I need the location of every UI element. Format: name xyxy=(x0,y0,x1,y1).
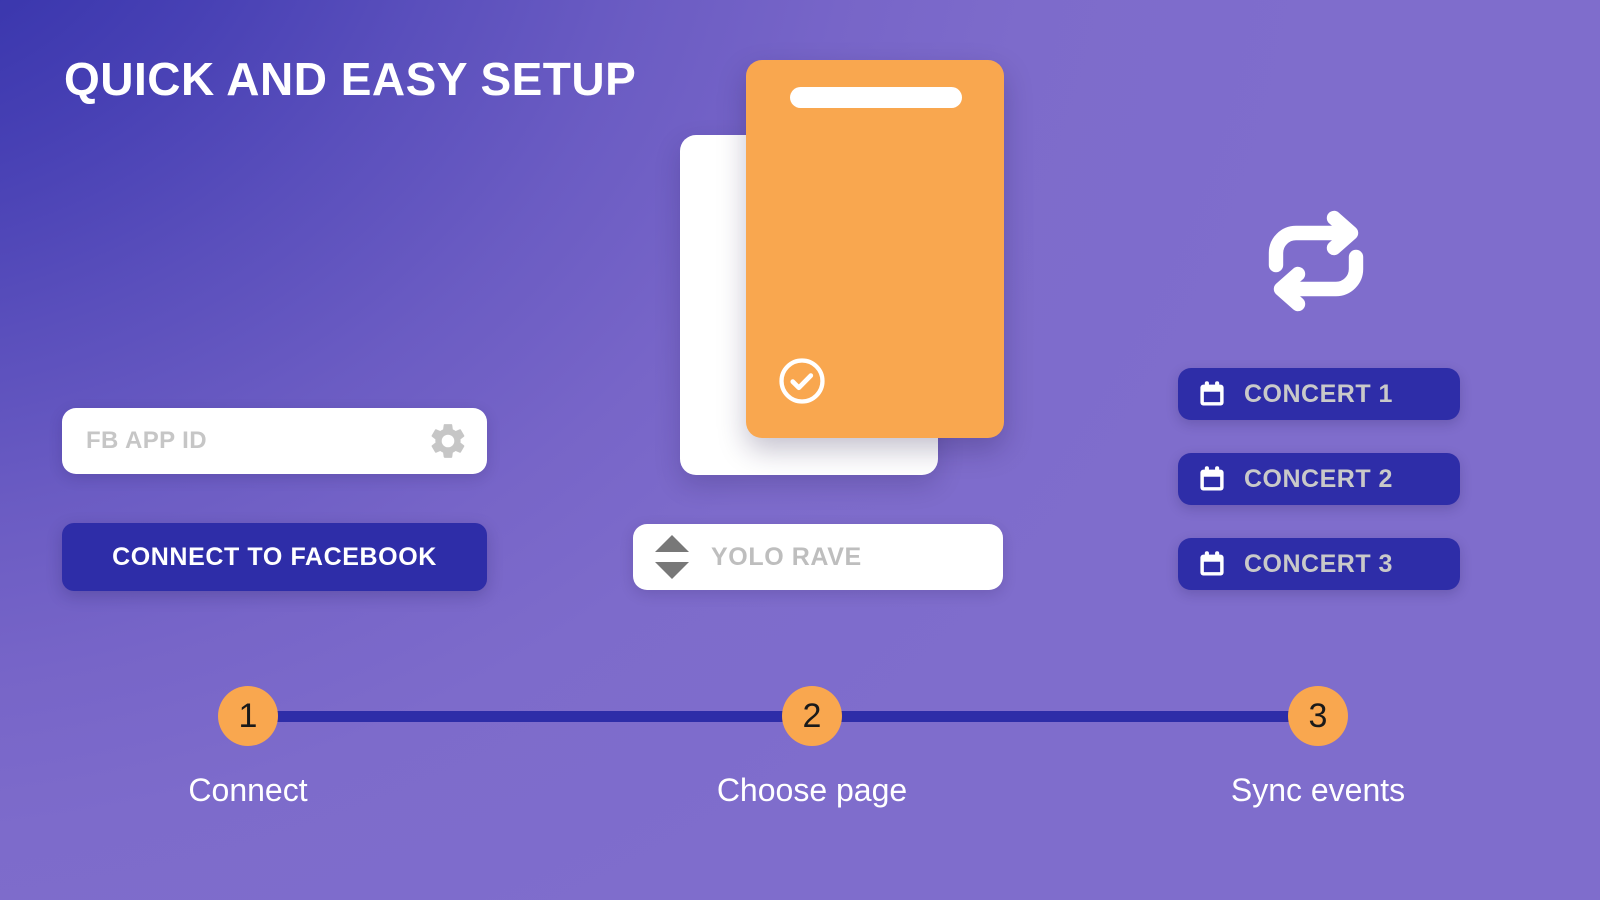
page-select-spinner[interactable] xyxy=(655,535,689,579)
list-item[interactable]: CONCERT 3 xyxy=(1178,538,1460,590)
triangle-up-icon[interactable] xyxy=(655,535,689,552)
list-item-label: CONCERT 2 xyxy=(1244,464,1393,493)
list-item[interactable]: CONCERT 1 xyxy=(1178,368,1460,420)
stepper-step-1[interactable]: 1 Connect xyxy=(118,660,378,809)
synced-events-list: CONCERT 1 CONCERT 2 CONCERT 3 xyxy=(1178,368,1460,590)
check-circle-icon xyxy=(775,354,829,413)
page-select-dropdown[interactable]: YOLO RAVE xyxy=(633,524,1003,590)
list-item-label: CONCERT 1 xyxy=(1244,379,1393,408)
step-number-badge: 2 xyxy=(782,686,842,746)
connect-to-facebook-button[interactable]: CONNECT TO FACEBOOK xyxy=(62,523,487,591)
calendar-icon xyxy=(1196,463,1228,495)
page-title: QUICK AND EASY SETUP xyxy=(64,53,637,105)
repeat-sync-icon xyxy=(1256,205,1376,322)
stepper-step-2[interactable]: 2 Choose page xyxy=(682,660,942,809)
page-card-front-selected[interactable] xyxy=(746,60,1004,438)
list-item[interactable]: CONCERT 2 xyxy=(1178,453,1460,505)
step-number-badge: 1 xyxy=(218,686,278,746)
promo-graphic: QUICK AND EASY SETUP FB APP ID CONNECT T… xyxy=(0,0,1600,900)
stepper-step-3[interactable]: 3 Sync events xyxy=(1188,660,1448,809)
stepper: 1 Connect 2 Choose page 3 Sync events xyxy=(0,660,1600,860)
gear-icon[interactable] xyxy=(427,420,469,462)
calendar-icon xyxy=(1196,548,1228,580)
page-select-value: YOLO RAVE xyxy=(711,542,862,571)
step-number-badge: 3 xyxy=(1288,686,1348,746)
step-label: Choose page xyxy=(716,772,908,808)
calendar-icon xyxy=(1196,378,1228,410)
step-label: Sync events xyxy=(1230,772,1406,808)
step-label: Connect xyxy=(188,772,308,808)
list-item-label: CONCERT 3 xyxy=(1244,549,1393,578)
fb-app-id-field[interactable]: FB APP ID xyxy=(62,408,487,474)
page-card-title-bar xyxy=(790,87,962,108)
triangle-down-icon[interactable] xyxy=(655,562,689,579)
fb-app-id-input[interactable]: FB APP ID xyxy=(86,427,427,455)
